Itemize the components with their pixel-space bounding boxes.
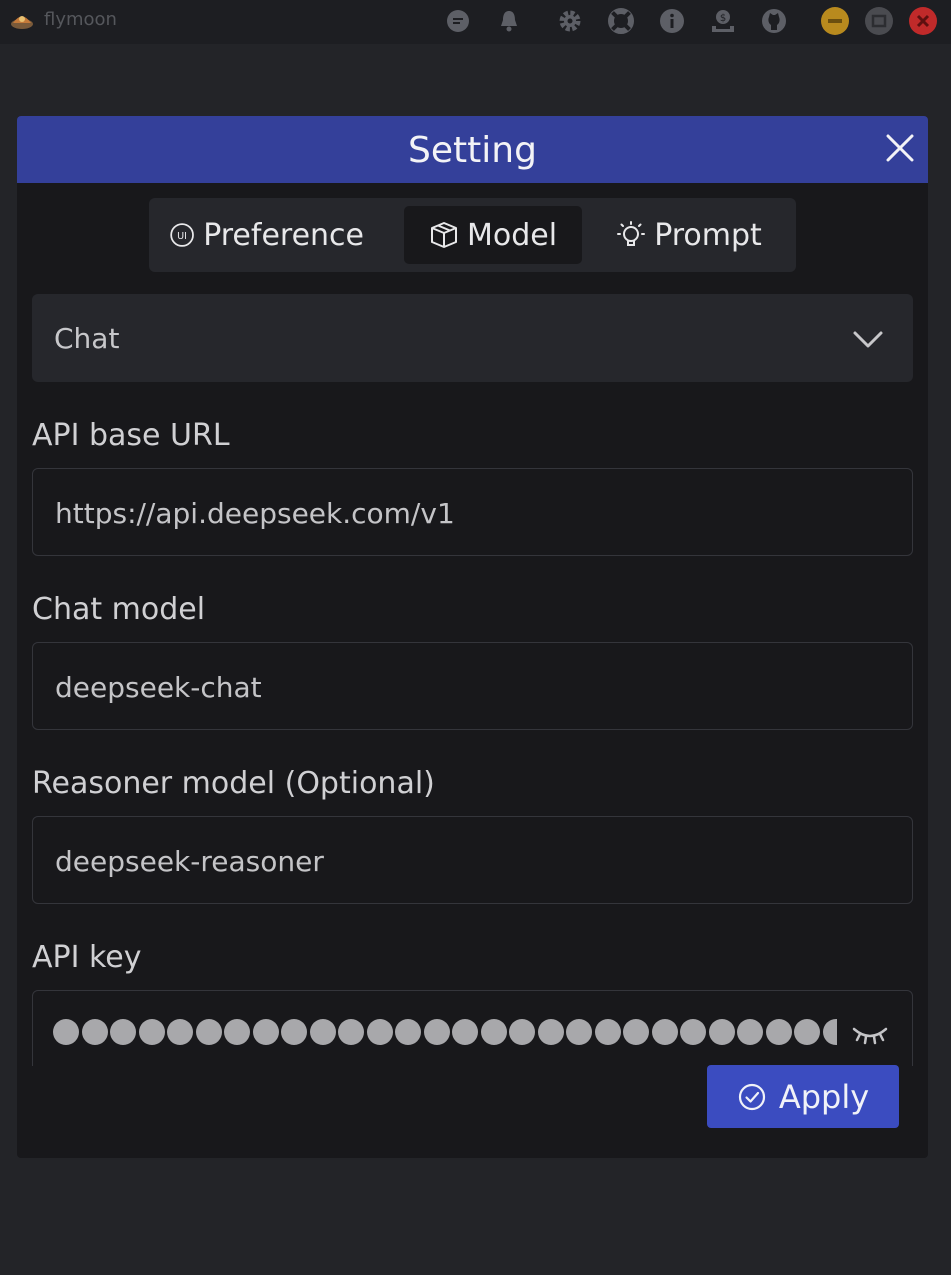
cube-icon <box>430 222 457 248</box>
tab-prompt[interactable]: Prompt <box>604 206 774 264</box>
tab-preference-label: Preference <box>203 217 364 253</box>
mask-dot <box>281 1019 307 1045</box>
mask-dot <box>623 1019 649 1045</box>
info-icon[interactable] <box>658 7 686 35</box>
mask-dot <box>252 1019 279 1045</box>
window-close-icon <box>916 14 930 28</box>
mask-dot <box>423 1019 450 1045</box>
mask-dot <box>794 1019 820 1045</box>
mask-dot <box>680 1019 706 1045</box>
bell-icon[interactable] <box>495 7 523 35</box>
reasoner-model-input[interactable]: deepseek-reasoner <box>32 816 913 904</box>
api-base-url-input[interactable]: https://api.deepseek.com/v1 <box>32 468 913 556</box>
mode-select-value: Chat <box>54 322 120 355</box>
github-icon[interactable] <box>760 7 788 35</box>
reasoner-model-value: deepseek-reasoner <box>55 845 324 878</box>
title-bar: flymoon $ <box>0 0 951 44</box>
mask-dot <box>594 1019 621 1045</box>
mask-dot <box>651 1019 678 1045</box>
mask-dot <box>138 1019 165 1045</box>
mask-dot <box>822 1019 837 1045</box>
mask-dot <box>737 1019 763 1045</box>
chat-bubble-icon[interactable] <box>444 7 472 35</box>
svg-text:UI: UI <box>177 231 187 242</box>
app-name: flymoon <box>44 9 117 30</box>
mask-dot <box>195 1019 222 1045</box>
mask-dot <box>81 1019 108 1045</box>
settings-tabs: UI Preference Model Prompt <box>149 198 796 272</box>
lifebuoy-icon[interactable] <box>607 7 635 35</box>
mode-select[interactable]: Chat <box>32 294 913 382</box>
tab-preference[interactable]: UI Preference <box>169 206 364 264</box>
mask-dot <box>509 1019 535 1045</box>
reasoner-model-label: Reasoner model (Optional) <box>32 766 435 801</box>
mask-dot <box>765 1019 792 1045</box>
chat-model-input[interactable]: deepseek-chat <box>32 642 913 730</box>
mask-dot <box>537 1019 564 1045</box>
tab-model[interactable]: Model <box>404 206 582 264</box>
mask-dot <box>395 1019 421 1045</box>
maximize-icon <box>871 14 887 28</box>
mask-dot <box>566 1019 592 1045</box>
mask-dot <box>708 1019 735 1045</box>
minimize-button[interactable] <box>821 7 849 35</box>
mask-dot <box>366 1019 393 1045</box>
window-close-button[interactable] <box>909 7 937 35</box>
mask-dot <box>309 1019 336 1045</box>
close-dialog-icon[interactable] <box>884 132 916 164</box>
mask-dot <box>53 1019 79 1045</box>
chat-model-value: deepseek-chat <box>55 671 262 704</box>
mask-dot <box>167 1019 193 1045</box>
tab-model-label: Model <box>466 217 558 253</box>
svg-text:$: $ <box>720 13 726 24</box>
tab-prompt-label: Prompt <box>654 217 762 253</box>
chat-model-label: Chat model <box>32 592 206 627</box>
maximize-button[interactable] <box>865 7 893 35</box>
dialog-title: Setting <box>408 130 537 171</box>
check-circle-icon <box>738 1083 765 1110</box>
mask-dot <box>338 1019 364 1045</box>
api-base-url-label: API base URL <box>32 418 230 453</box>
minimize-icon <box>828 19 842 23</box>
settings-dialog: Setting UI Preference Model Prompt Chat … <box>17 116 928 1158</box>
ui-badge-icon: UI <box>170 223 194 247</box>
mask-dot <box>224 1019 250 1045</box>
apply-button[interactable]: Apply <box>707 1065 899 1128</box>
api-key-label: API key <box>32 940 142 975</box>
gear-icon[interactable] <box>556 7 584 35</box>
api-key-masked-value <box>53 1019 837 1053</box>
mask-dot <box>110 1019 136 1045</box>
lightbulb-icon <box>617 221 646 246</box>
donate-icon[interactable]: $ <box>709 7 737 35</box>
eye-closed-icon[interactable] <box>850 1019 890 1049</box>
mask-dot <box>452 1019 478 1045</box>
mask-dot <box>480 1019 507 1045</box>
app-logo-icon <box>11 16 33 29</box>
api-base-url-value: https://api.deepseek.com/v1 <box>55 497 455 530</box>
apply-button-label: Apply <box>778 1077 870 1116</box>
chevron-down-icon <box>853 331 883 348</box>
